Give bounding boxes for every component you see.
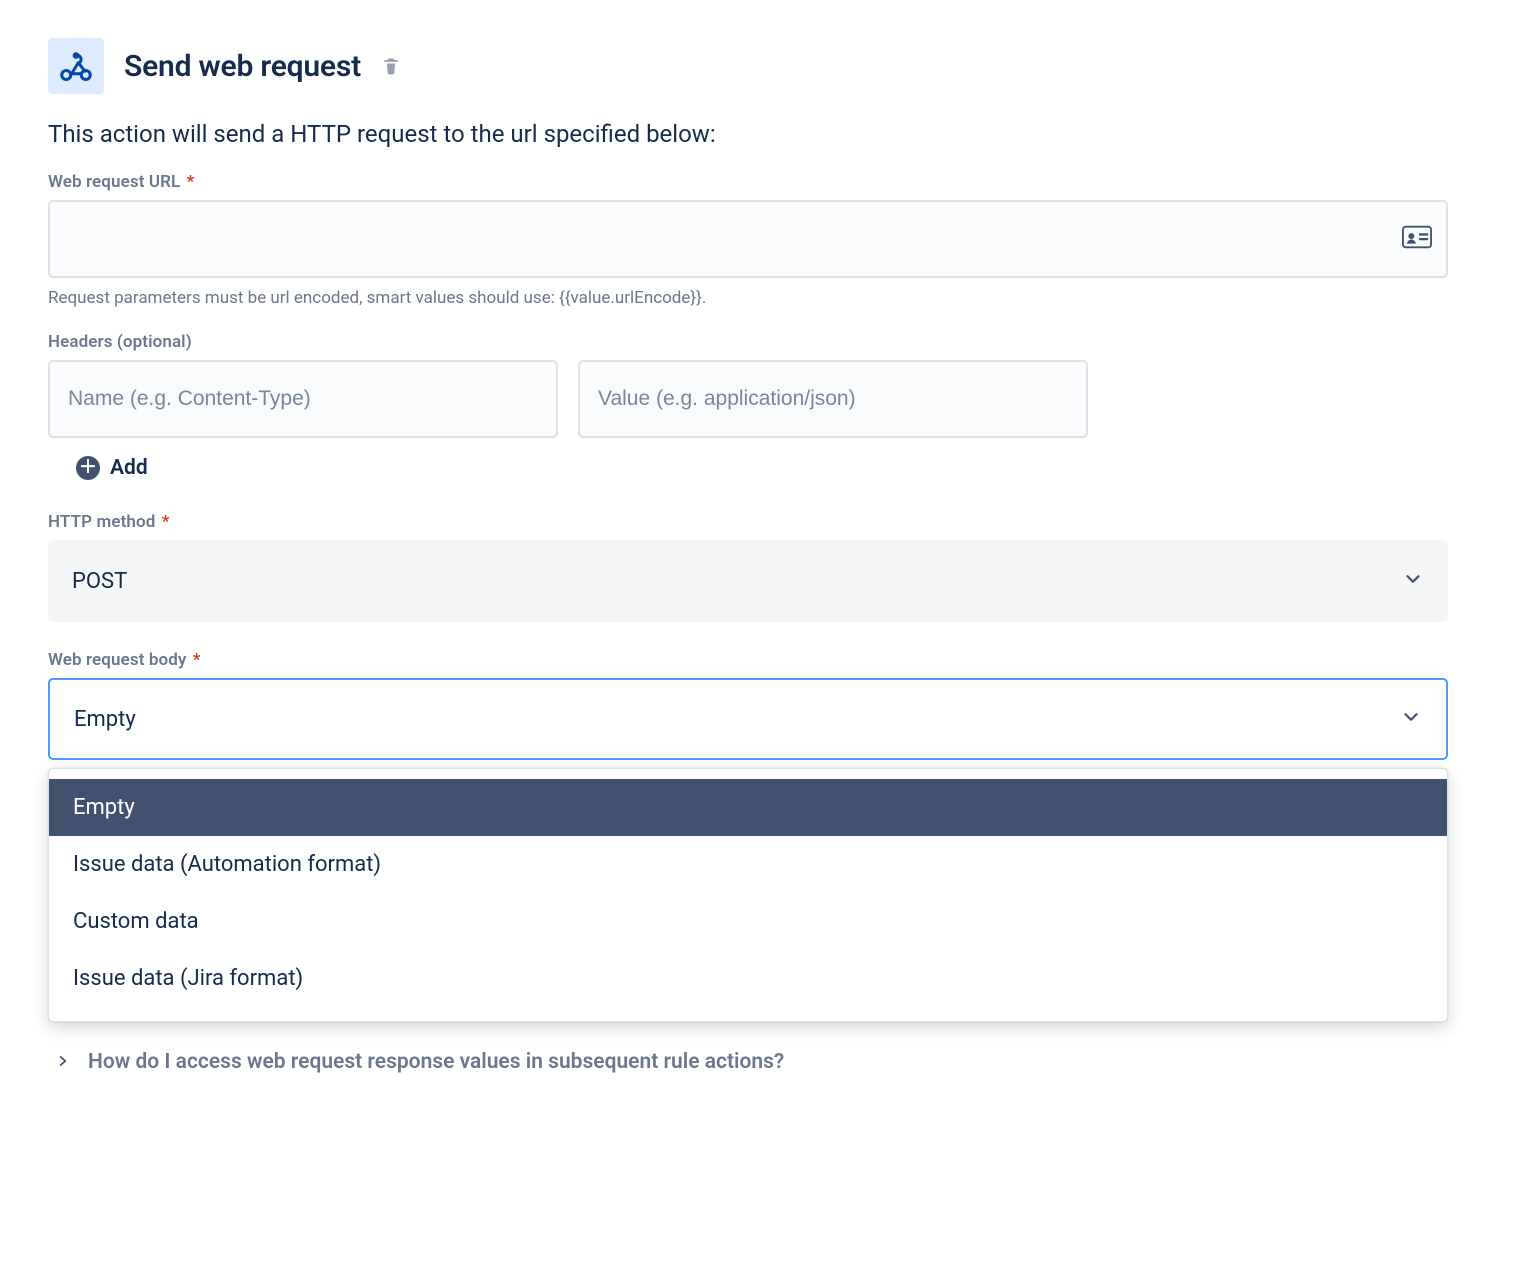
url-input[interactable]	[48, 200, 1448, 278]
method-label: HTTP method *	[48, 512, 1448, 532]
header-row: Send web request	[48, 38, 1448, 94]
url-helper: Request parameters must be url encoded, …	[48, 288, 1448, 308]
headers-row	[48, 360, 1448, 438]
trash-icon[interactable]	[381, 56, 401, 76]
body-label: Web request body *	[48, 650, 1448, 670]
url-input-wrap	[48, 200, 1448, 278]
body-value: Empty	[74, 707, 136, 732]
help-title: How do I access web request response val…	[88, 1050, 784, 1074]
header-value-input[interactable]	[578, 360, 1088, 438]
body-label-text: Web request body	[48, 650, 186, 670]
url-label-text: Web request URL	[48, 172, 180, 192]
chevron-right-icon	[56, 1053, 70, 1072]
chevron-down-icon	[1400, 706, 1422, 732]
body-select[interactable]: Empty	[48, 678, 1448, 760]
body-dropdown: Empty Issue data (Automation format) Cus…	[48, 768, 1448, 1022]
id-card-icon[interactable]	[1402, 225, 1432, 253]
help-expander[interactable]: How do I access web request response val…	[56, 1050, 1448, 1074]
page-title: Send web request	[124, 49, 361, 84]
webhook-icon	[48, 38, 104, 94]
body-option-issue-automation[interactable]: Issue data (Automation format)	[49, 836, 1447, 893]
method-select[interactable]: POST	[48, 540, 1448, 622]
method-value: POST	[72, 569, 127, 594]
required-marker: *	[193, 650, 201, 670]
body-option-custom[interactable]: Custom data	[49, 893, 1447, 950]
url-label: Web request URL *	[48, 172, 1448, 192]
description-text: This action will send a HTTP request to …	[48, 120, 1448, 148]
required-marker: *	[162, 512, 170, 532]
body-option-issue-jira[interactable]: Issue data (Jira format)	[49, 950, 1447, 1007]
chevron-down-icon	[1402, 568, 1424, 594]
method-label-text: HTTP method	[48, 512, 155, 532]
add-header-button[interactable]: ＋ Add	[76, 456, 1448, 480]
headers-label: Headers (optional)	[48, 332, 1448, 352]
header-name-input[interactable]	[48, 360, 558, 438]
body-option-empty[interactable]: Empty	[49, 779, 1447, 836]
plus-icon: ＋	[76, 456, 100, 480]
add-label: Add	[110, 456, 148, 480]
required-marker: *	[187, 172, 195, 192]
